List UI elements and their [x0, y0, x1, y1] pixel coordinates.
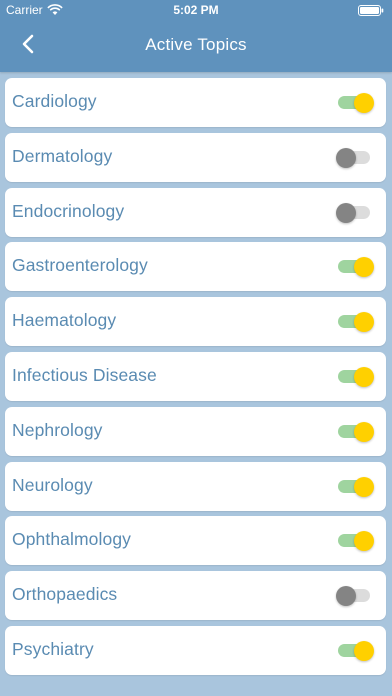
status-time: 5:02 PM	[173, 3, 219, 17]
topic-toggle[interactable]	[338, 641, 374, 661]
topic-row[interactable]: Orthopaedics	[5, 571, 386, 621]
navigation-bar: Active Topics	[0, 20, 392, 72]
topic-label: Cardiology	[12, 91, 97, 111]
topic-toggle[interactable]	[338, 476, 374, 497]
topic-label: Neurology	[12, 474, 93, 495]
topic-toggle[interactable]	[336, 147, 372, 168]
screen: Carrier 5:02 PM Active Topics Cardiology…	[0, 0, 392, 696]
topic-toggle[interactable]	[338, 421, 374, 442]
page-title: Active Topics	[145, 35, 247, 54]
toggle-knob	[354, 421, 374, 442]
topic-label: Haematology	[12, 310, 117, 331]
toggle-knob	[336, 586, 356, 607]
topic-toggle[interactable]	[338, 93, 374, 113]
topic-row[interactable]: Nephrology	[5, 406, 386, 456]
topic-label: Nephrology	[12, 419, 103, 440]
topic-toggle[interactable]	[338, 531, 374, 552]
topic-row[interactable]: Endocrinology	[5, 187, 386, 237]
topic-label: Gastroenterology	[12, 255, 148, 276]
battery-icon	[358, 5, 384, 16]
topic-row[interactable]: Gastroenterology	[5, 242, 386, 292]
topic-label: Infectious Disease	[12, 365, 157, 385]
topic-label: Psychiatry	[12, 639, 94, 659]
topic-row[interactable]: Dermatology	[5, 132, 386, 182]
topic-toggle[interactable]	[338, 257, 374, 278]
toggle-knob	[354, 367, 374, 387]
topic-toggle[interactable]	[336, 586, 372, 607]
toggle-knob	[354, 531, 374, 552]
topic-row[interactable]: Cardiology	[5, 78, 386, 127]
topic-toggle[interactable]	[336, 202, 372, 223]
toggle-knob	[354, 93, 374, 113]
toggle-knob	[354, 257, 374, 278]
topic-label: Orthopaedics	[12, 584, 118, 605]
topic-label: Endocrinology	[12, 200, 125, 221]
toggle-knob	[354, 312, 374, 333]
toggle-knob	[354, 476, 374, 497]
topic-toggle[interactable]	[338, 312, 374, 333]
toggle-knob	[336, 202, 356, 223]
topic-row[interactable]: Psychiatry	[5, 626, 386, 675]
toggle-knob	[354, 641, 374, 661]
status-bar: Carrier 5:02 PM	[0, 0, 392, 20]
topic-row[interactable]: Haematology	[5, 297, 386, 347]
topic-row[interactable]: Neurology	[5, 461, 386, 511]
topic-row[interactable]: Ophthalmology	[5, 516, 386, 566]
toggle-knob	[336, 147, 356, 168]
topic-row[interactable]: Infectious Disease	[5, 352, 386, 401]
header: Carrier 5:02 PM Active Topics	[0, 0, 392, 72]
topic-label: Ophthalmology	[12, 529, 132, 550]
topic-label: Dermatology	[12, 145, 113, 166]
topic-toggle[interactable]	[338, 367, 374, 387]
